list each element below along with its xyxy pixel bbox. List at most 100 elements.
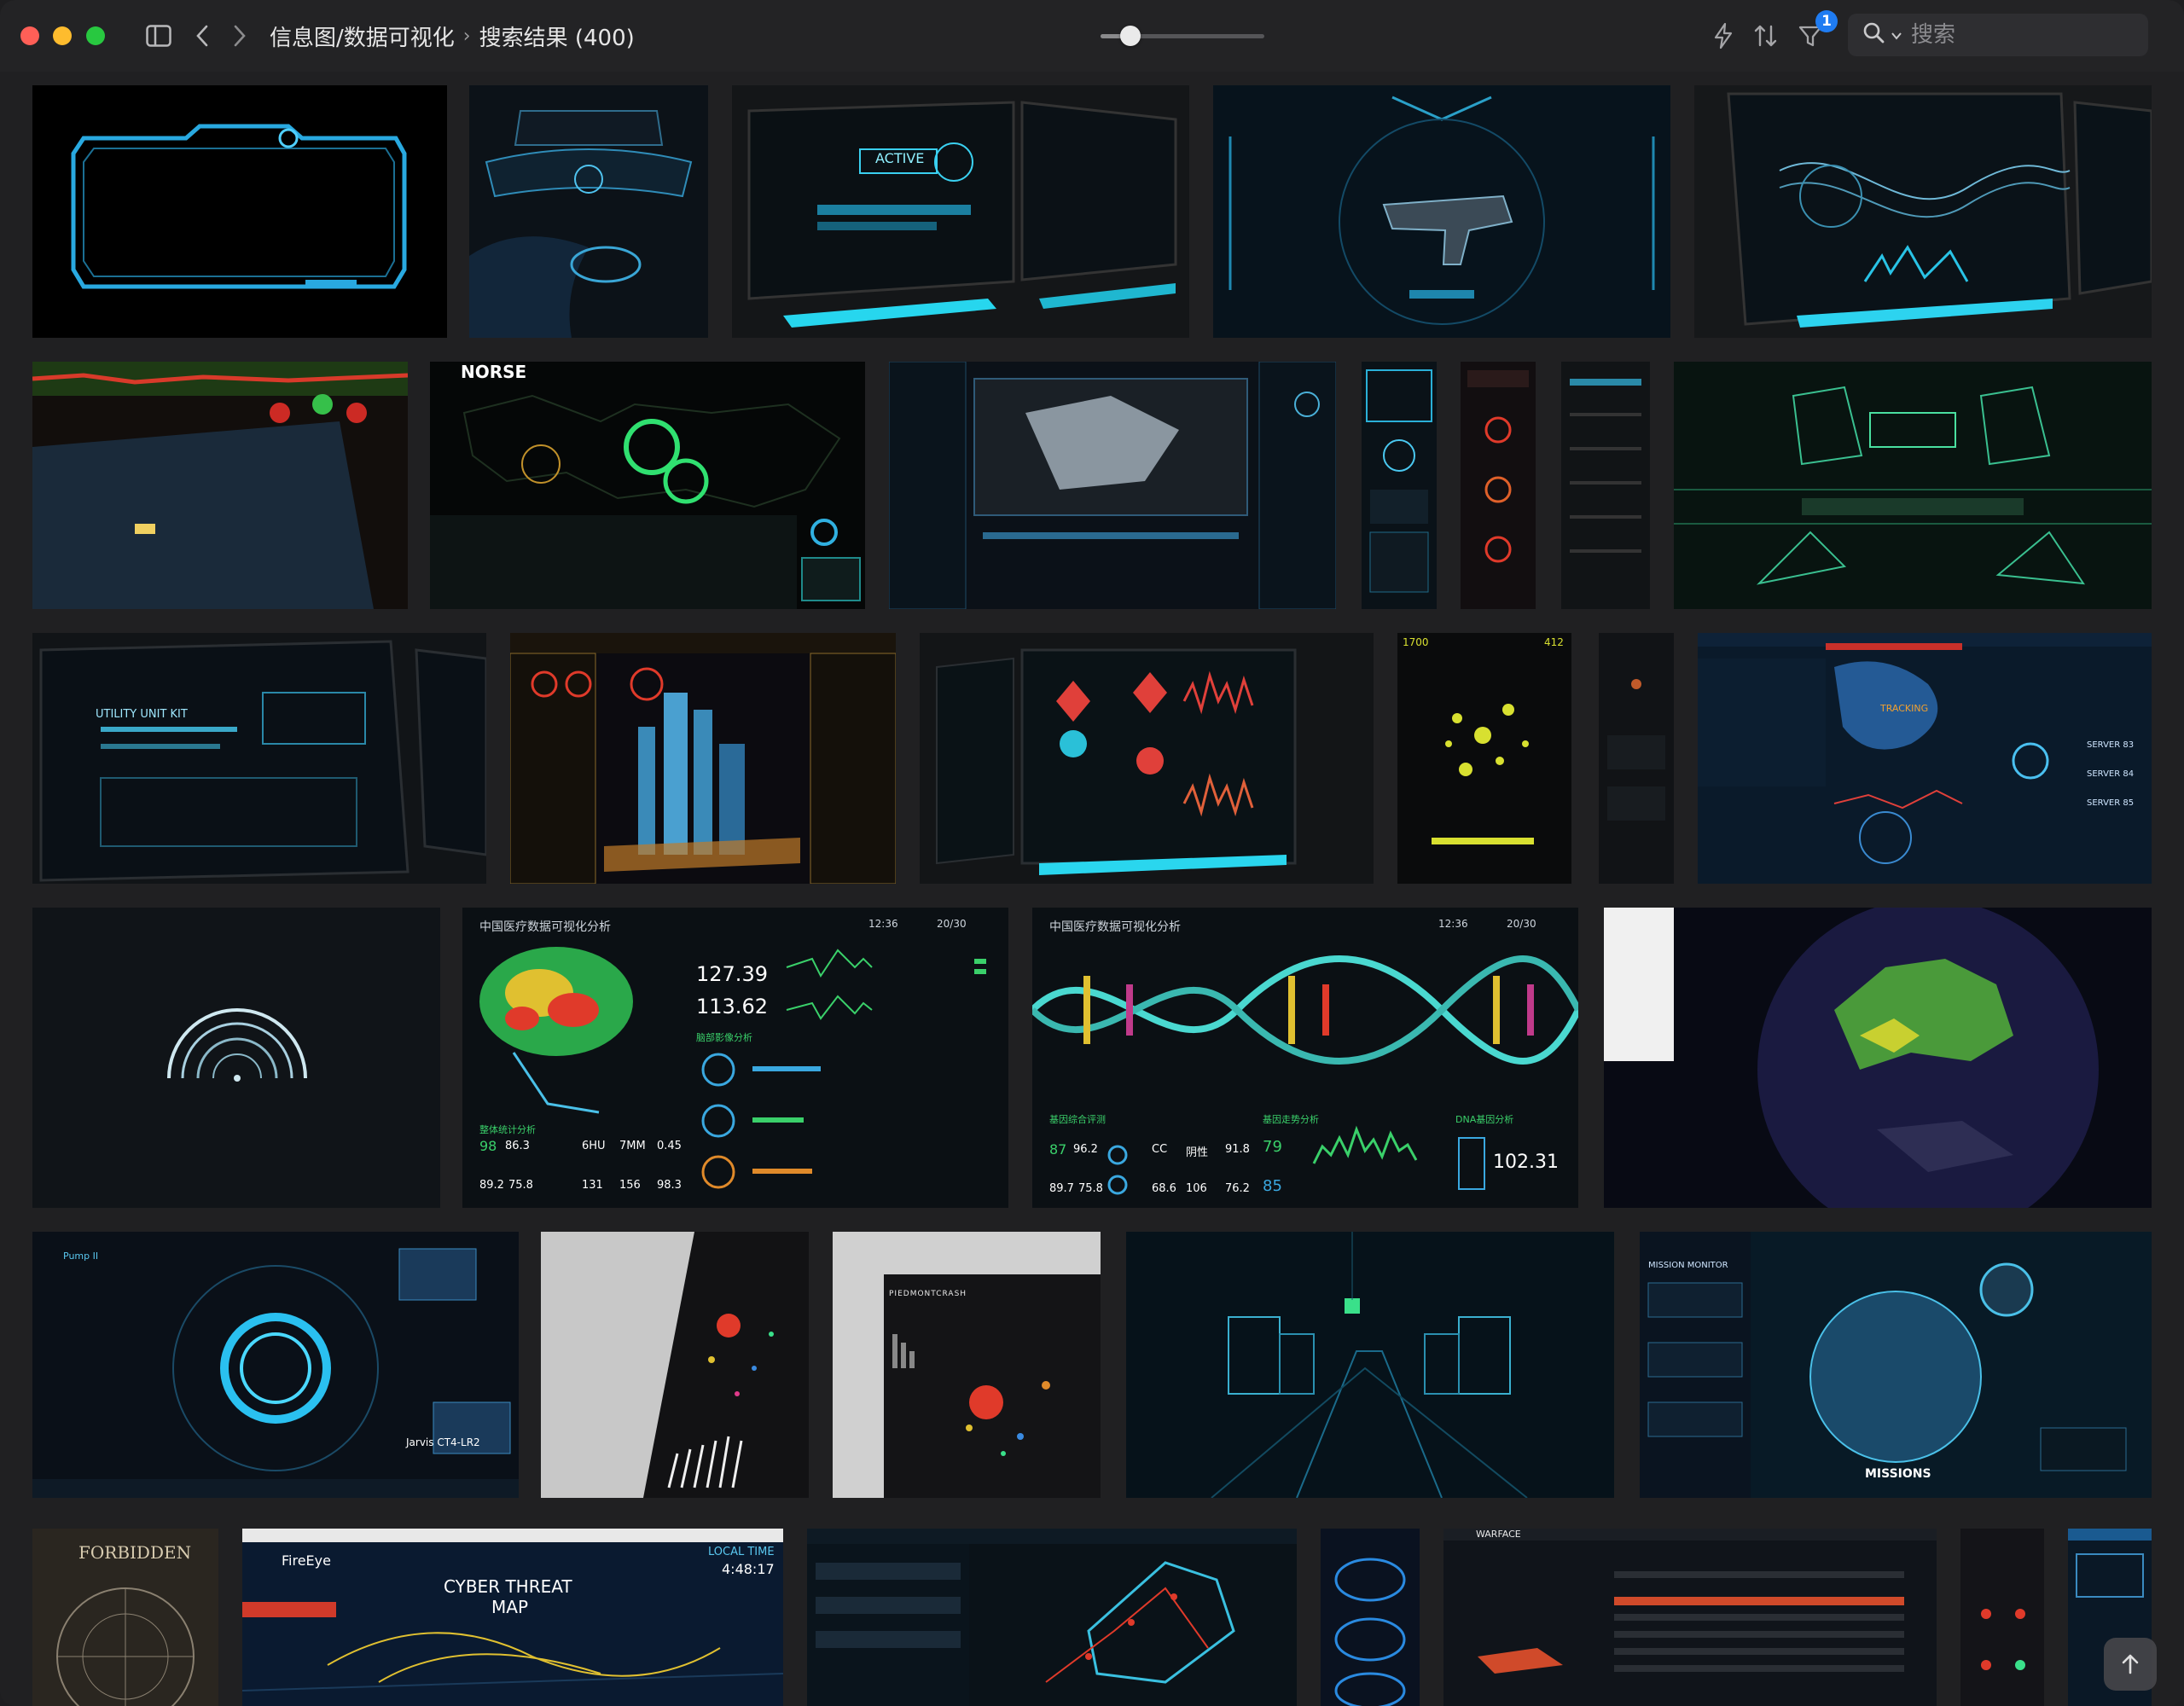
brain-value-1: 127.39: [696, 962, 768, 986]
filter-count-badge: 1: [1815, 10, 1838, 32]
missions-label: MISSIONS: [1865, 1467, 1931, 1481]
thumbnail-piedmont-crash[interactable]: PIEDMONTCRASH: [833, 1232, 1101, 1498]
sort-button[interactable]: [1751, 19, 1781, 53]
brain-section-label: 脑部影像分析: [696, 1032, 752, 1043]
dna-stat-1: 87: [1049, 1141, 1067, 1158]
server-85-label: SERVER 85: [2087, 798, 2135, 808]
chevron-left-icon: [196, 25, 208, 47]
mission-monitor-label: MISSION MONITOR: [1648, 1261, 1728, 1270]
warface-logo-label: WARFACE: [1476, 1529, 1521, 1540]
pump-label: Pump II: [63, 1250, 99, 1262]
brain-stat-6: 89.2: [479, 1179, 504, 1192]
thumbnail-medical-brain[interactable]: 中国医疗数据可视化分析 12:36 20/30 127.39 113.62 脑部…: [462, 908, 1008, 1208]
search-input[interactable]: [1909, 21, 2126, 49]
thumbnail-dominator-weapon[interactable]: [1213, 85, 1670, 338]
brain-value-2: 113.62: [696, 995, 768, 1018]
dna-stat-9: 68.6: [1152, 1182, 1176, 1195]
thumbnail-meeting-room[interactable]: [1126, 1232, 1614, 1498]
close-window-button[interactable]: [20, 26, 39, 45]
dna-stat-5: 91.8: [1225, 1143, 1250, 1156]
sidebar-toggle-button[interactable]: [143, 19, 174, 53]
thumbnail-tablet-map[interactable]: [32, 362, 408, 609]
cyber-map-label: MAP: [491, 1597, 528, 1617]
brain-stat-10: 98.3: [657, 1179, 682, 1192]
brain-stat-8: 131: [582, 1179, 603, 1192]
thumbnail-mobile-hud-2[interactable]: [1461, 362, 1536, 609]
fireeye-logo-label: FireEye: [282, 1552, 331, 1569]
brain-stats-label: 整体统计分析: [479, 1124, 536, 1135]
thumbnail-mobile-blue[interactable]: [1321, 1529, 1420, 1706]
search-box[interactable]: [1848, 14, 2148, 56]
thumbnail-yellow-bubbles[interactable]: 1700 412: [1397, 633, 1571, 884]
forward-button[interactable]: [227, 19, 253, 53]
sort-icon: [1754, 25, 1777, 47]
dna-temp-label: 20/30: [1507, 918, 1536, 930]
brain-stat-4: 7MM: [619, 1140, 646, 1152]
medical-time-label: 12:36: [868, 918, 898, 930]
thumbnail-mobile-red[interactable]: [1960, 1529, 2044, 1706]
thumbnail-norse-attack-map[interactable]: NORSE: [430, 362, 865, 609]
lightning-button[interactable]: [1708, 19, 1739, 53]
forbidden-label: FORBIDDEN: [78, 1542, 192, 1563]
dna-stat-7: 89.7: [1049, 1182, 1074, 1195]
tracking-label: TRACKING: [1880, 703, 1929, 714]
dna-stat-3: CC: [1152, 1143, 1168, 1156]
scroll-to-top-button[interactable]: [2104, 1638, 2157, 1691]
brain-stat-7: 75.8: [508, 1179, 533, 1192]
dna-big-value: 102.31: [1493, 1152, 1559, 1173]
dna-stat-2: 96.2: [1073, 1143, 1098, 1156]
dna-stat-12: 85: [1263, 1177, 1282, 1195]
thumbnail-smart-city[interactable]: [510, 633, 896, 884]
thumbnail-medical-dna[interactable]: 中国医疗数据可视化分析 12:36 20/30 基因综合评测 基因走势分析 DN…: [1032, 908, 1578, 1208]
dna-section-2: 基因走势分析: [1263, 1114, 1319, 1125]
thumbnail-mobile-hud-1[interactable]: [1362, 362, 1437, 609]
sidebar-icon: [146, 25, 171, 47]
dna-section-3: DNA基因分析: [1455, 1114, 1514, 1125]
brain-stat-9: 156: [619, 1179, 641, 1192]
brain-stat-1: 98: [479, 1138, 497, 1154]
active-label: ACTIVE: [875, 150, 925, 166]
chevron-down-icon[interactable]: [1891, 27, 1902, 44]
back-button[interactable]: [189, 19, 215, 53]
local-clock-label: 4:48:17: [722, 1561, 775, 1577]
thumbnail-warface-table[interactable]: WARFACE: [1443, 1529, 1937, 1706]
utility-label: UTILITY UNIT KIT: [96, 708, 188, 721]
thumbnail-china-network[interactable]: [807, 1529, 1297, 1706]
search-icon: [1856, 21, 1891, 49]
zoom-slider[interactable]: [1101, 26, 1264, 46]
brain-stat-5: 0.45: [657, 1140, 682, 1152]
thumbnail-mobile-dark[interactable]: [1599, 633, 1674, 884]
thumbnail-fireeye-threat-map[interactable]: FireEye CYBER THREAT MAP LOCAL TIME 4:48…: [242, 1529, 783, 1706]
breadcrumb-parent[interactable]: 信息图/数据可视化: [270, 20, 455, 52]
thumbnail-active-consoles[interactable]: ACTIVE: [732, 85, 1189, 338]
toolbar: 信息图/数据可视化 › 搜索结果 (400) 1: [0, 0, 2184, 72]
thumbnail-scatter-diagonal[interactable]: [541, 1232, 809, 1498]
arrow-up-icon: [2122, 1654, 2139, 1674]
minimize-window-button[interactable]: [53, 26, 72, 45]
dna-time-label: 12:36: [1438, 918, 1468, 930]
thumbnail-europe-globe[interactable]: [1604, 908, 2152, 1208]
thumbnail-grid: ACTIVE NORSE UTILITY UNIT KIT 1700 412 T…: [0, 72, 2184, 1706]
dna-stat-6: 79: [1263, 1138, 1282, 1156]
thumbnail-green-wireframe[interactable]: [1674, 362, 2152, 609]
breadcrumb-separator-icon: ›: [462, 25, 471, 47]
lightning-icon: [1714, 22, 1733, 49]
thumbnail-server-tracking[interactable]: TRACKING SERVER 83 SERVER 84 SERVER 85: [1698, 633, 2152, 884]
zoom-window-button[interactable]: [86, 26, 105, 45]
zoom-slider-knob[interactable]: [1119, 26, 1141, 46]
thumbnail-red-diamonds[interactable]: [920, 633, 1374, 884]
thumbnail-car-dashboard[interactable]: [469, 85, 708, 338]
medical-title-label: 中国医疗数据可视化分析: [479, 920, 611, 934]
thumbnail-mission-monitor[interactable]: MISSION MONITOR MISSIONS: [1640, 1232, 2152, 1498]
server-84-label: SERVER 84: [2087, 769, 2135, 779]
thumbnail-hud-frame[interactable]: [32, 85, 447, 338]
thumbnail-jarvis-hud[interactable]: Pump II Jarvis CT4-LR2: [32, 1232, 519, 1498]
thumbnail-wave-console[interactable]: [1694, 85, 2152, 338]
thumbnail-video-hud[interactable]: [889, 362, 1336, 609]
thumbnail-arc-loader[interactable]: [32, 908, 440, 1208]
thumbnail-mobile-hud-3[interactable]: [1561, 362, 1650, 609]
dna-title-label: 中国医疗数据可视化分析: [1049, 920, 1181, 934]
piedmont-label: PIEDMONTCRASH: [889, 1290, 967, 1298]
thumbnail-forbidden-map[interactable]: FORBIDDEN: [32, 1529, 218, 1706]
thumbnail-utility-unit[interactable]: UTILITY UNIT KIT: [32, 633, 486, 884]
